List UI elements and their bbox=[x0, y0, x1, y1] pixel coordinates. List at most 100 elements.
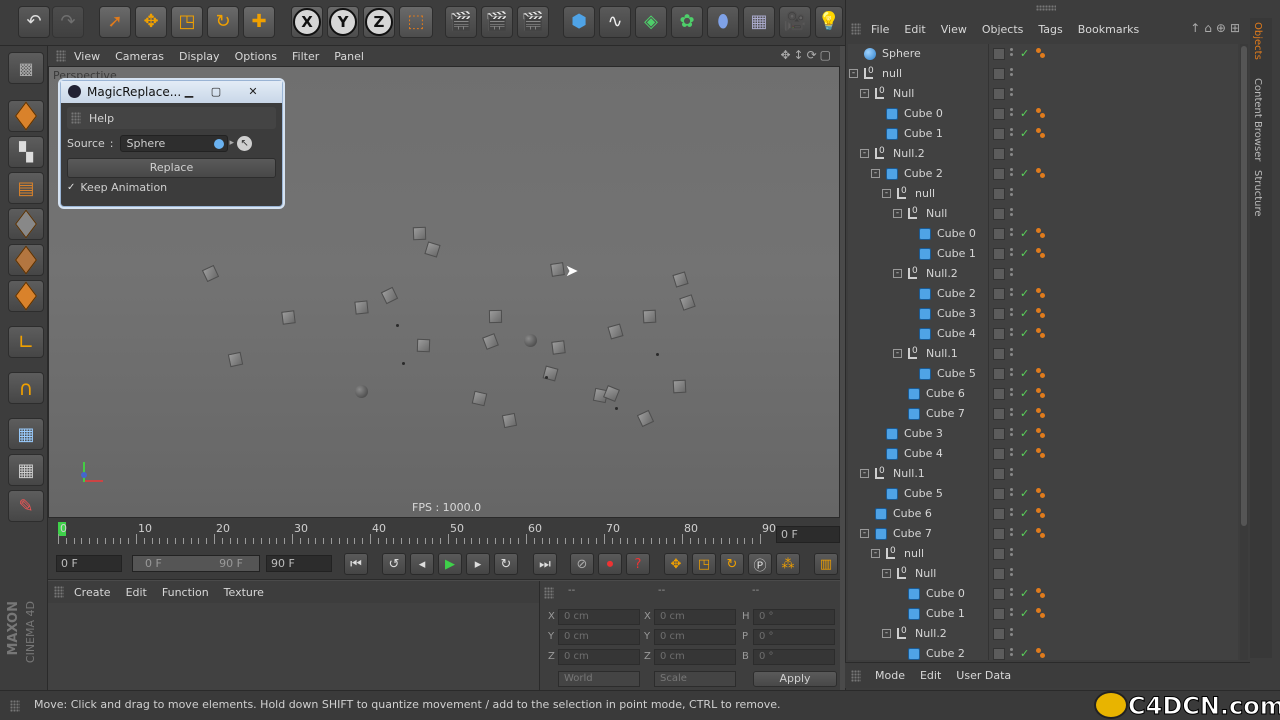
workplane-button[interactable]: ▤ bbox=[8, 172, 44, 204]
visibility-dots[interactable] bbox=[1010, 608, 1014, 618]
layer-toggle[interactable] bbox=[993, 48, 1005, 60]
cube-object[interactable] bbox=[488, 309, 503, 324]
start-frame-field[interactable]: 0 F bbox=[56, 555, 122, 572]
cube-object[interactable] bbox=[227, 351, 244, 368]
enabled-check-icon[interactable]: ✓ bbox=[1020, 47, 1029, 60]
menu-create[interactable]: Create bbox=[74, 586, 111, 599]
visibility-dots[interactable] bbox=[1010, 348, 1014, 358]
object-row[interactable]: Cube 1 ✓ bbox=[848, 244, 1238, 264]
object-row[interactable]: Cube 1 ✓ bbox=[848, 604, 1238, 624]
cube-object[interactable] bbox=[672, 271, 689, 288]
redo-button[interactable]: ↷ bbox=[52, 6, 84, 38]
visibility-dots[interactable] bbox=[1010, 388, 1014, 398]
object-row[interactable]: - 0 null bbox=[848, 544, 1238, 564]
layer-toggle[interactable] bbox=[993, 648, 1005, 660]
visibility-dots[interactable] bbox=[1010, 548, 1014, 558]
maximize-button[interactable]: ▢ bbox=[204, 84, 228, 100]
visibility-dots[interactable] bbox=[1010, 228, 1014, 238]
enabled-check-icon[interactable]: ✓ bbox=[1020, 167, 1029, 180]
enabled-check-icon[interactable]: ✓ bbox=[1020, 587, 1029, 600]
record-keys-button[interactable]: ⊘ bbox=[570, 553, 594, 575]
expand-toggle-icon[interactable]: - bbox=[882, 629, 891, 638]
tag-icon[interactable] bbox=[1036, 228, 1045, 239]
go-to-end-button[interactable]: ⏭ bbox=[533, 553, 557, 575]
enabled-check-icon[interactable]: ✓ bbox=[1020, 127, 1029, 140]
visibility-dots[interactable] bbox=[1010, 428, 1014, 438]
workplane-align-button[interactable]: ▦ bbox=[8, 454, 44, 486]
menu-view[interactable]: View bbox=[74, 50, 100, 63]
layer-toggle[interactable] bbox=[993, 388, 1005, 400]
om-nav-icons[interactable]: ↑⌂⊕⊞ bbox=[1190, 21, 1244, 35]
camera-button[interactable]: 🎥 bbox=[779, 6, 811, 38]
layer-toggle[interactable] bbox=[993, 308, 1005, 320]
visibility-dots[interactable] bbox=[1010, 648, 1014, 658]
render-view-button[interactable]: 🎬 bbox=[445, 6, 477, 38]
tag-icon[interactable] bbox=[1036, 108, 1045, 119]
object-row[interactable]: Cube 1 ✓ bbox=[848, 124, 1238, 144]
visibility-dots[interactable] bbox=[1010, 128, 1014, 138]
tag-icon[interactable] bbox=[1036, 508, 1045, 519]
size-mode-dropdown[interactable]: Scale bbox=[654, 671, 736, 687]
sphere-object[interactable] bbox=[355, 385, 368, 398]
tag-icon[interactable] bbox=[1036, 488, 1045, 499]
enabled-check-icon[interactable]: ✓ bbox=[1020, 447, 1029, 460]
array-button[interactable]: ✿ bbox=[671, 6, 703, 38]
cube-object[interactable] bbox=[550, 262, 565, 277]
replace-button[interactable]: Replace bbox=[67, 158, 276, 178]
tag-icon[interactable] bbox=[1036, 588, 1045, 599]
render-pv-button[interactable]: 🎬 bbox=[481, 6, 513, 38]
pos-z-field[interactable]: 0 cm bbox=[558, 649, 640, 665]
visibility-dots[interactable] bbox=[1010, 48, 1014, 58]
size-x-field[interactable]: 0 cm bbox=[654, 609, 736, 625]
layer-toggle[interactable] bbox=[993, 328, 1005, 340]
object-row[interactable]: Cube 7 ✓ bbox=[848, 404, 1238, 424]
enabled-check-icon[interactable]: ✓ bbox=[1020, 527, 1029, 540]
timeline-window-button[interactable]: ▥ bbox=[814, 553, 838, 575]
snap-button[interactable]: ∩ bbox=[8, 372, 44, 404]
menu-help[interactable]: Help bbox=[89, 112, 114, 125]
visibility-dots[interactable] bbox=[1010, 248, 1014, 258]
object-row[interactable]: - 0 null bbox=[848, 184, 1238, 204]
pos-x-field[interactable]: 0 cm bbox=[558, 609, 640, 625]
menu-options[interactable]: Options bbox=[235, 50, 277, 63]
move-tool-button[interactable]: ✥ bbox=[135, 6, 167, 38]
expand-toggle-icon[interactable]: - bbox=[860, 469, 869, 478]
axis-mode-button[interactable]: ∟ bbox=[8, 326, 44, 358]
visibility-dots[interactable] bbox=[1010, 168, 1014, 178]
layer-toggle[interactable] bbox=[993, 348, 1005, 360]
tag-icon[interactable] bbox=[1036, 448, 1045, 459]
tag-icon[interactable] bbox=[1036, 428, 1045, 439]
enabled-check-icon[interactable]: ✓ bbox=[1020, 487, 1029, 500]
expand-toggle-icon[interactable]: - bbox=[871, 549, 880, 558]
size-z-field[interactable]: 0 cm bbox=[654, 649, 736, 665]
undo-button[interactable]: ↶ bbox=[18, 6, 50, 38]
om-scroll-thumb[interactable] bbox=[1241, 46, 1247, 526]
pos-y-field[interactable]: 0 cm bbox=[558, 629, 640, 645]
enabled-check-icon[interactable]: ✓ bbox=[1020, 227, 1029, 240]
layer-toggle[interactable] bbox=[993, 108, 1005, 120]
timeline-ruler[interactable]: 0 10 20 30 40 50 60 70 80 90 0 F bbox=[48, 518, 840, 548]
cube-object[interactable] bbox=[354, 300, 369, 315]
layer-toggle[interactable] bbox=[993, 88, 1005, 100]
cube-object[interactable] bbox=[424, 241, 441, 258]
cube-object[interactable] bbox=[281, 310, 296, 325]
object-row[interactable]: Cube 4 ✓ bbox=[848, 444, 1238, 464]
select-tool-button[interactable]: ➚ bbox=[99, 6, 131, 38]
autokey-button[interactable]: ⏺ bbox=[598, 553, 622, 575]
enabled-check-icon[interactable]: ✓ bbox=[1020, 507, 1029, 520]
cube-object[interactable] bbox=[642, 309, 657, 324]
polygons-mode-button[interactable] bbox=[8, 280, 44, 312]
cube-object[interactable] bbox=[551, 340, 566, 355]
visibility-dots[interactable] bbox=[1010, 148, 1014, 158]
viewport-nav-icons[interactable]: ✥↕⟳▢ bbox=[780, 48, 834, 62]
enabled-check-icon[interactable]: ✓ bbox=[1020, 287, 1029, 300]
expand-toggle-icon[interactable]: - bbox=[893, 269, 902, 278]
visibility-dots[interactable] bbox=[1010, 628, 1014, 638]
object-row[interactable]: Cube 5 ✓ bbox=[848, 364, 1238, 384]
play-button[interactable]: ▶ bbox=[438, 553, 462, 575]
object-row[interactable]: Cube 5 ✓ bbox=[848, 484, 1238, 504]
expand-toggle-icon[interactable]: - bbox=[871, 169, 880, 178]
workplane-lock-button[interactable]: ▦ bbox=[8, 418, 44, 450]
ruler-track[interactable]: 0 10 20 30 40 50 60 70 80 90 bbox=[58, 522, 776, 546]
visibility-dots[interactable] bbox=[1010, 528, 1014, 538]
